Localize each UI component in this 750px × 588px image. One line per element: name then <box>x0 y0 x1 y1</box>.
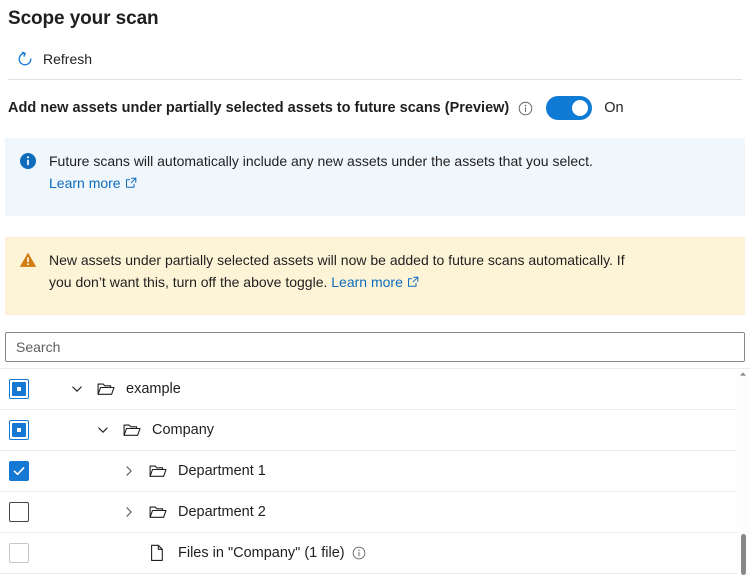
warning-triangle-icon <box>19 251 37 269</box>
checkbox-indeterminate-fill <box>12 423 26 437</box>
tree-scrollbar[interactable] <box>737 369 749 575</box>
chevron-right-icon[interactable] <box>121 504 137 520</box>
tree-row[interactable]: Department 2 <box>0 492 750 533</box>
warning-message-text: New assets under partially selected asse… <box>49 249 625 293</box>
chevron-right-icon[interactable] <box>121 463 137 479</box>
tree-row[interactable]: Department 1 <box>0 451 750 492</box>
info-filled-icon <box>19 152 37 170</box>
tree-row[interactable]: Files in "Company" (1 file) <box>0 533 750 574</box>
scope-your-scan-page: Scope your scan Refresh Add new assets u… <box>0 0 750 588</box>
warning-learn-more-link[interactable]: Learn more <box>331 274 419 290</box>
tree-row-label: Files in "Company" (1 file) <box>178 545 345 561</box>
page-title: Scope your scan <box>0 0 750 32</box>
tree-row-checkbox[interactable] <box>9 502 29 522</box>
folder-icon <box>97 380 115 398</box>
checkbox-indeterminate-fill <box>12 382 26 396</box>
tree-row-label: Department 1 <box>178 463 266 479</box>
toggle-state-label: On <box>604 100 623 116</box>
tree-row-checkbox[interactable] <box>9 543 29 563</box>
info-message-text: Future scans will automatically include … <box>49 150 593 194</box>
refresh-icon <box>16 50 34 68</box>
chevron-down-icon[interactable] <box>95 422 111 438</box>
warning-learn-more-label: Learn more <box>331 274 403 290</box>
tree-row[interactable]: example <box>0 369 750 410</box>
warning-message-bar: New assets under partially selected asse… <box>5 237 745 315</box>
chevron-down-icon[interactable] <box>69 381 85 397</box>
checkbox-indeterminate-dot <box>17 387 21 391</box>
asset-tree: example Company Department 1 Department 2 Fi… <box>0 368 750 574</box>
refresh-button[interactable]: Refresh <box>12 46 96 72</box>
checkbox-indeterminate-dot <box>17 428 21 432</box>
tree-row-checkbox[interactable] <box>9 420 29 440</box>
search-container <box>0 315 750 362</box>
info-circle-icon[interactable] <box>352 546 366 560</box>
warning-message-line1: New assets under partially selected asse… <box>49 252 625 268</box>
add-new-assets-setting-row: Add new assets under partially selected … <box>0 80 750 120</box>
tree-row-label: example <box>126 381 181 397</box>
external-link-icon <box>125 173 137 185</box>
add-new-assets-toggle[interactable] <box>546 96 592 120</box>
info-learn-more-link[interactable]: Learn more <box>49 175 137 191</box>
refresh-label: Refresh <box>43 51 92 67</box>
tree-row[interactable]: Company <box>0 410 750 451</box>
folder-icon <box>149 503 167 521</box>
command-bar: Refresh <box>0 32 750 68</box>
info-learn-more-label: Learn more <box>49 175 121 191</box>
scrollbar-thumb[interactable] <box>741 534 746 575</box>
toggle-knob <box>572 100 588 116</box>
warning-message-line2: you don’t want this, turn off the above … <box>49 274 327 290</box>
tree-row-checkbox[interactable] <box>9 461 29 481</box>
folder-icon <box>149 462 167 480</box>
tree-row-label: Department 2 <box>178 504 266 520</box>
folder-icon <box>123 421 141 439</box>
tree-row-checkbox[interactable] <box>9 379 29 399</box>
chevron-spacer <box>121 545 137 561</box>
external-link-icon <box>407 272 419 284</box>
tree-row-label: Company <box>152 422 214 438</box>
info-message-body: Future scans will automatically include … <box>49 153 593 169</box>
search-input[interactable] <box>5 332 745 362</box>
add-new-assets-label: Add new assets under partially selected … <box>8 98 509 118</box>
info-circle-icon[interactable] <box>518 101 533 116</box>
file-icon <box>149 544 167 562</box>
info-message-bar: Future scans will automatically include … <box>5 138 745 216</box>
scroll-up-arrow-icon[interactable] <box>737 371 749 377</box>
